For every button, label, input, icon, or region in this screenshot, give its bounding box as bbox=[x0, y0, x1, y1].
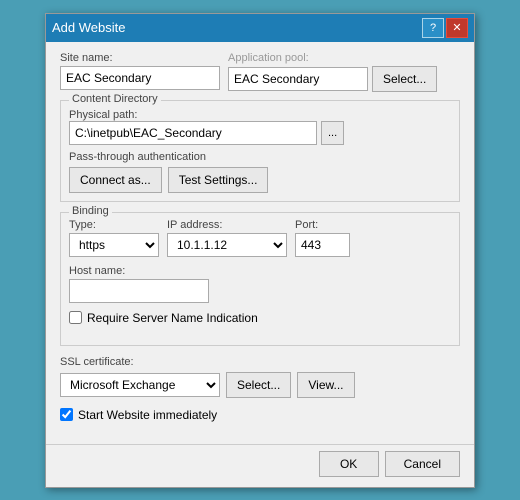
binding-type-ip-port-row: Type: https IP address: 10.1.1.12 Port: bbox=[69, 219, 451, 257]
passthrough-label: Pass-through authentication bbox=[69, 151, 451, 163]
physical-path-row: ... bbox=[69, 121, 451, 145]
ssl-select[interactable]: Microsoft Exchange bbox=[60, 373, 220, 397]
dialog-footer: OK Cancel bbox=[46, 444, 474, 487]
hostname-group: Host name: bbox=[69, 265, 451, 303]
app-pool-group: Application pool: Select... bbox=[228, 52, 437, 92]
content-directory-section: Content Directory Physical path: ... Pas… bbox=[60, 100, 460, 202]
app-pool-label: Application pool: bbox=[228, 52, 437, 64]
type-group: Type: https bbox=[69, 219, 159, 257]
help-button[interactable]: ? bbox=[422, 18, 444, 38]
title-bar: Add Website ? ✕ bbox=[46, 14, 474, 42]
ssl-section: SSL certificate: Microsoft Exchange Sele… bbox=[60, 356, 460, 398]
binding-title: Binding bbox=[69, 205, 112, 217]
site-name-group: Site name: bbox=[60, 52, 220, 92]
site-name-input[interactable] bbox=[60, 66, 220, 90]
dialog-body: Site name: Application pool: Select... C… bbox=[46, 42, 474, 444]
ip-group: IP address: 10.1.1.12 bbox=[167, 219, 287, 257]
ok-button[interactable]: OK bbox=[319, 451, 379, 477]
sni-label: Require Server Name Indication bbox=[87, 311, 258, 325]
sni-checkbox[interactable] bbox=[69, 311, 82, 324]
title-bar-buttons: ? ✕ bbox=[422, 18, 468, 38]
sni-checkbox-row: Require Server Name Indication bbox=[69, 311, 451, 325]
ssl-view-button[interactable]: View... bbox=[297, 372, 354, 398]
dialog-title: Add Website bbox=[52, 20, 125, 35]
start-immediately-checkbox[interactable] bbox=[60, 408, 73, 421]
connect-as-button[interactable]: Connect as... bbox=[69, 167, 162, 193]
start-immediately-label: Start Website immediately bbox=[78, 408, 217, 422]
port-input[interactable] bbox=[295, 233, 350, 257]
physical-path-input[interactable] bbox=[69, 121, 317, 145]
hostname-label: Host name: bbox=[69, 265, 451, 277]
test-settings-button[interactable]: Test Settings... bbox=[168, 167, 269, 193]
cancel-button[interactable]: Cancel bbox=[385, 451, 460, 477]
port-group: Port: bbox=[295, 219, 350, 257]
port-label: Port: bbox=[295, 219, 350, 231]
browse-button[interactable]: ... bbox=[321, 121, 344, 145]
type-select[interactable]: https bbox=[69, 233, 159, 257]
start-immediately-row: Start Website immediately bbox=[60, 408, 460, 422]
ssl-label: SSL certificate: bbox=[60, 356, 460, 368]
ip-select[interactable]: 10.1.1.12 bbox=[167, 233, 287, 257]
site-apppool-row: Site name: Application pool: Select... bbox=[60, 52, 460, 92]
passthrough-buttons: Connect as... Test Settings... bbox=[69, 167, 451, 193]
ip-label: IP address: bbox=[167, 219, 287, 231]
content-directory-title: Content Directory bbox=[69, 93, 161, 105]
app-pool-input[interactable] bbox=[228, 67, 368, 91]
close-button[interactable]: ✕ bbox=[446, 18, 468, 38]
type-label: Type: bbox=[69, 219, 159, 231]
site-name-label: Site name: bbox=[60, 52, 220, 64]
add-website-dialog: Add Website ? ✕ Site name: Application p… bbox=[45, 13, 475, 488]
ssl-row: Microsoft Exchange Select... View... bbox=[60, 372, 460, 398]
ssl-select-button[interactable]: Select... bbox=[226, 372, 291, 398]
binding-section: Binding Type: https IP address: 10.1.1.1… bbox=[60, 212, 460, 346]
app-pool-select-button[interactable]: Select... bbox=[372, 66, 437, 92]
hostname-input[interactable] bbox=[69, 279, 209, 303]
physical-path-label: Physical path: bbox=[69, 109, 137, 121]
